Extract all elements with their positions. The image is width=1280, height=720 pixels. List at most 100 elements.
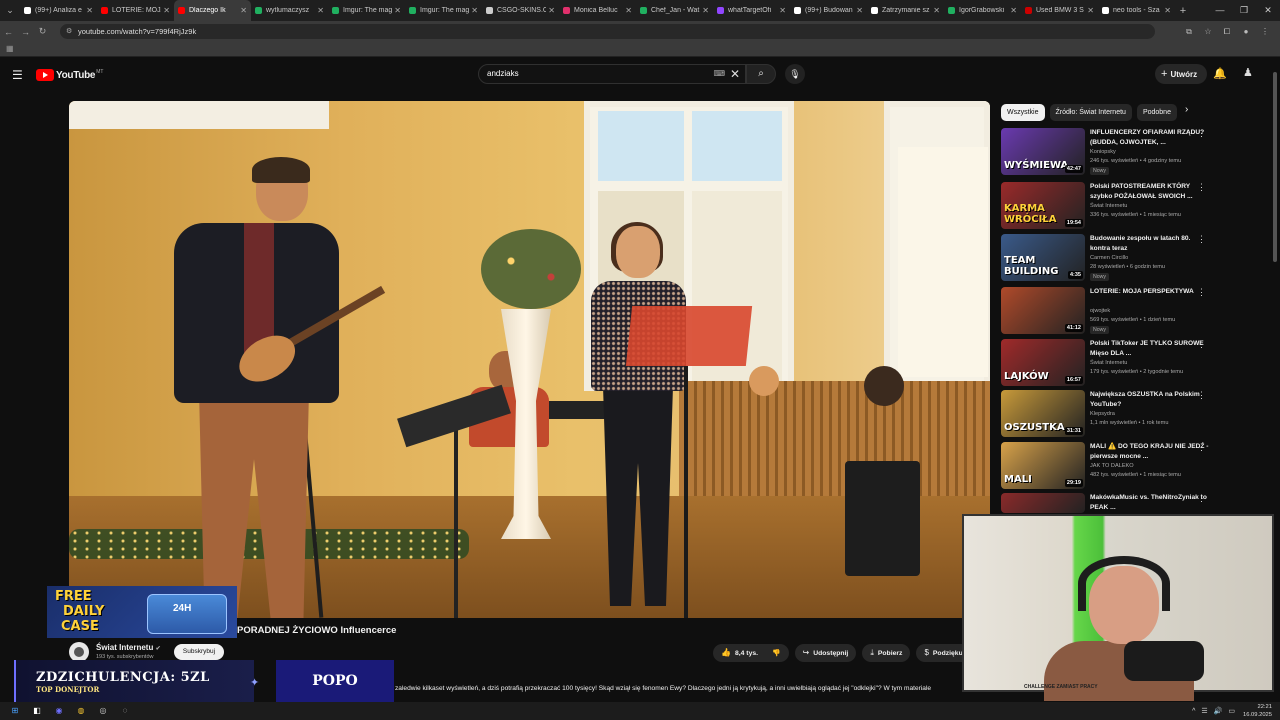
chevron-right-icon[interactable]: › [1185, 104, 1188, 115]
clock[interactable]: 22:21 16.09.2025 [1243, 703, 1272, 719]
recommendation-thumbnail[interactable]: KARMA WRÓCIŁA 19:54 [1001, 182, 1085, 229]
close-tab-icon[interactable]: ✕ [394, 6, 401, 15]
close-tab-icon[interactable]: ✕ [548, 6, 555, 15]
more-actions-icon[interactable]: ⋮ [1197, 128, 1206, 139]
browser-tab[interactable]: Imgur: The mag ✕ [328, 0, 405, 21]
channel-name[interactable]: Świat Internetu ✔ [96, 643, 161, 652]
close-tab-icon[interactable]: ✕ [86, 6, 93, 15]
description-text[interactable]: zaledwie kilkaset wyświetleń, a dziś pot… [395, 685, 965, 692]
obs-icon[interactable]: ◌ [118, 705, 132, 717]
taskbar-app-icon[interactable]: ◧ [30, 705, 44, 717]
close-tab-icon[interactable]: ✕ [317, 6, 324, 15]
recommendation-thumbnail[interactable] [1001, 493, 1085, 513]
recommendation-thumbnail[interactable]: 41:12 [1001, 287, 1085, 334]
restore-icon[interactable]: ❐ [1232, 0, 1256, 21]
close-window-icon[interactable]: ✕ [1256, 0, 1280, 21]
youtube-logo[interactable]: YouTube MT [36, 69, 103, 81]
browser-tab[interactable]: Monica Belluc ✕ [559, 0, 636, 21]
guide-menu-icon[interactable]: ☰ [12, 68, 23, 82]
browser-tab[interactable]: whatTargetOfi ✕ [713, 0, 790, 21]
close-tab-icon[interactable]: ✕ [1164, 6, 1171, 15]
recommendation-thumbnail[interactable]: MALI 29:19 [1001, 442, 1085, 489]
back-icon[interactable]: ← [0, 27, 17, 37]
forward-icon[interactable]: → [17, 27, 34, 37]
keyboard-icon[interactable]: ⌨ [713, 69, 725, 78]
recommendation-item[interactable]: 41:12 LOTERIE: MOJA PERSPEKTYWA ojwojtek 56… [1001, 287, 1241, 337]
recommendation-thumbnail[interactable]: LAJKÓW 16:57 [1001, 339, 1085, 386]
recommendation-item[interactable]: TEAM BUILDING 4:35 Budowanie zespołu w lat… [1001, 234, 1241, 284]
recommendation-thumbnail[interactable]: TEAM BUILDING 4:35 [1001, 234, 1085, 281]
thumbs-down-icon[interactable]: 👎 [772, 650, 780, 657]
recommendation-thumbnail[interactable]: WYŚMIEWA 42:47 [1001, 128, 1085, 175]
close-tab-icon[interactable]: ✕ [702, 6, 709, 15]
channel-avatar[interactable] [69, 642, 89, 662]
browser-tab[interactable]: neo tools - Sza ✕ [1098, 0, 1175, 21]
close-tab-icon[interactable]: ✕ [1010, 6, 1017, 15]
recommendation-item[interactable]: WYŚMIEWA 42:47 INFLUENCERZY OFIARAMI RZĄDU… [1001, 128, 1241, 178]
account-avatar[interactable]: ♟ [1243, 66, 1257, 82]
browser-tab[interactable]: LOTERIE: MOJA ✕ [97, 0, 174, 21]
minimize-icon[interactable]: — [1208, 0, 1232, 21]
browser-tab[interactable]: Dlaczego Ik ✕ [174, 0, 251, 21]
tab-search-icon[interactable]: ⌄ [0, 0, 20, 21]
search-input[interactable]: andziaks ⌨ ✕ [478, 64, 746, 84]
close-tab-icon[interactable]: ✕ [1087, 6, 1094, 15]
tray-chevron-icon[interactable]: ^ [1192, 708, 1195, 715]
filter-chip-related[interactable]: Podobne [1136, 104, 1177, 121]
close-tab-icon[interactable]: ✕ [625, 6, 632, 15]
more-actions-icon[interactable]: ⋮ [1197, 234, 1206, 245]
page-scrollbar[interactable] [1272, 62, 1278, 702]
video-player[interactable] [69, 101, 990, 618]
browser-tab[interactable]: Used BMW 3 S ✕ [1021, 0, 1098, 21]
recommendation-item[interactable]: MALI 29:19 MALI ⚠️ DO TEGO KRAJU NIE JEDŹ … [1001, 442, 1241, 492]
discord-icon[interactable]: ◉ [52, 705, 66, 717]
filter-chip-all[interactable]: Wszystkie [1001, 104, 1045, 121]
more-actions-icon[interactable]: ⋮ [1197, 493, 1206, 504]
browser-tab[interactable]: Zatrzymanie sz ✕ [867, 0, 944, 21]
apps-icon[interactable]: ▦ [6, 44, 14, 53]
browser-tab[interactable]: wytlumaczysz ✕ [251, 0, 328, 21]
browser-tab[interactable]: CSGO-SKINS.C ✕ [482, 0, 559, 21]
clear-search-icon[interactable]: ✕ [730, 67, 740, 81]
more-actions-icon[interactable]: ⋮ [1197, 339, 1206, 350]
recommendation-item[interactable]: LAJKÓW 16:57 Polski TikToker JE TYLKO SURO… [1001, 339, 1241, 389]
browser-tab[interactable]: Imgur: The mag ✕ [405, 0, 482, 21]
browser-tab[interactable]: IgorGrabowski ✕ [944, 0, 1021, 21]
profile-icon[interactable]: ● [1239, 27, 1253, 36]
browser-tab[interactable]: Chef_Jan - Wat ✕ [636, 0, 713, 21]
recommendation-item[interactable]: MakówkaMusic vs. TheNitroZyniak to PEAK … [1001, 493, 1241, 513]
like-button[interactable]: 👍 8,4 tys. 👎 [713, 644, 789, 662]
close-tab-icon[interactable]: ✕ [933, 6, 940, 15]
close-tab-icon[interactable]: ✕ [856, 6, 863, 15]
close-tab-icon[interactable]: ✕ [240, 6, 247, 15]
close-tab-icon[interactable]: ✕ [163, 6, 170, 15]
recommendation-thumbnail[interactable]: OSZUSTKA 31:31 [1001, 390, 1085, 437]
browser-tab[interactable]: (99+) Budowan ✕ [790, 0, 867, 21]
more-actions-icon[interactable]: ⋮ [1197, 182, 1206, 193]
voice-search-button[interactable]: 🎙 [785, 64, 805, 84]
extensions-icon[interactable]: ⧠ [1220, 27, 1234, 37]
bookmark-star-icon[interactable]: ☆ [1201, 27, 1215, 36]
notifications-bell-icon[interactable]: 🔔 [1213, 67, 1227, 80]
search-button[interactable]: ⌕ [746, 64, 776, 84]
filter-chip-source[interactable]: Źródło: Świat Internetu [1049, 104, 1132, 121]
browser-menu-icon[interactable]: ⋮ [1258, 27, 1272, 36]
volume-icon[interactable]: 🔊 [1214, 707, 1223, 715]
share-button[interactable]: ↪ Udostępnij [794, 644, 857, 662]
new-tab-button[interactable]: + [1175, 5, 1191, 17]
more-actions-icon[interactable]: ⋮ [1197, 287, 1206, 298]
browser-tab[interactable]: (99+) Analiza e ✕ [20, 0, 97, 21]
steam-icon[interactable]: ◎ [96, 705, 110, 717]
recommendation-item[interactable]: OSZUSTKA 31:31 Największa OSZUSTKA na Pols… [1001, 390, 1241, 440]
download-button[interactable]: ⤓ Pobierz [862, 644, 911, 662]
scrollbar-thumb[interactable] [1273, 72, 1277, 262]
create-button[interactable]: + Utwórz [1155, 64, 1207, 84]
battery-icon[interactable]: ▭ [1228, 707, 1235, 715]
recommendation-item[interactable]: KARMA WRÓCIŁA 19:54 Polski PATOSTREAMER KT… [1001, 182, 1241, 232]
install-icon[interactable]: ⧉ [1182, 27, 1196, 37]
start-icon[interactable]: ⊞ [8, 705, 22, 717]
site-info-icon[interactable]: ⚙ [66, 24, 72, 39]
chrome-icon[interactable]: ◍ [74, 705, 88, 717]
address-bar[interactable]: ⚙ youtube.com/watch?v=799f4RjJz9k [60, 24, 1155, 39]
network-icon[interactable]: ☰ [1201, 707, 1207, 715]
